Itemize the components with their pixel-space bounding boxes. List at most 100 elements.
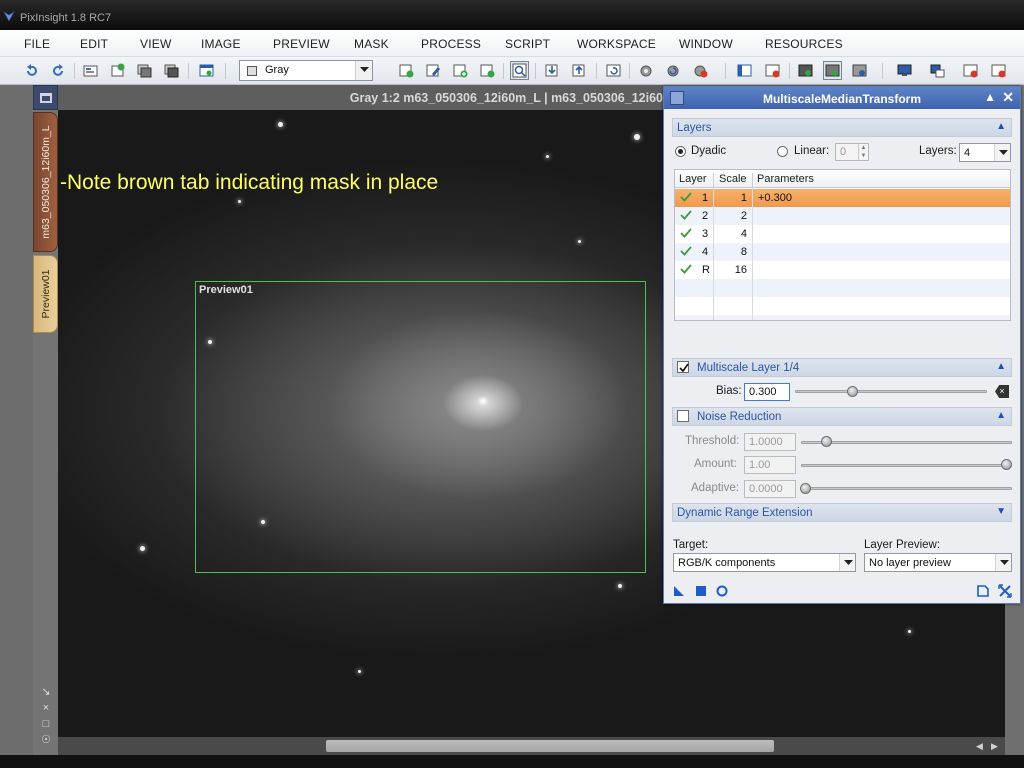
table-row[interactable] xyxy=(675,279,1010,297)
mask-settings-icon[interactable] xyxy=(638,62,655,79)
dynamic-range-extension-section-header[interactable]: Dynamic Range Extension ▼ xyxy=(672,503,1012,522)
table-row[interactable] xyxy=(675,315,1010,320)
chevron-down-icon[interactable] xyxy=(995,554,1011,571)
multiscale-layer-section-header[interactable]: Multiscale Layer 1/4 ▲ xyxy=(672,358,1012,377)
refresh-preview-icon[interactable] xyxy=(605,62,622,79)
table-row[interactable]: R 16 xyxy=(675,261,1010,279)
table-row[interactable]: 22 xyxy=(675,207,1010,225)
view-explorer-icon[interactable] xyxy=(736,62,753,79)
show-mask-icon[interactable] xyxy=(797,62,814,79)
amount-input[interactable]: 1.00 xyxy=(744,456,796,474)
noise-reduction-section-header[interactable]: Noise Reduction ▲ xyxy=(672,407,1012,426)
check-icon[interactable] xyxy=(680,227,692,239)
close-icon[interactable]: ✕ xyxy=(1002,89,1014,106)
bias-input[interactable]: 0.300 xyxy=(744,383,790,401)
colorspace-combobox[interactable]: Gray xyxy=(239,60,373,81)
menu-image[interactable]: IMAGE xyxy=(201,37,241,51)
threshold-input[interactable]: 1.0000 xyxy=(744,433,796,451)
scroll-left-icon[interactable]: ◀ xyxy=(976,741,983,752)
image-info-icon[interactable] xyxy=(82,62,99,79)
documentation-icon[interactable] xyxy=(976,584,990,598)
apply-global-icon[interactable] xyxy=(715,584,729,598)
menu-mask[interactable]: MASK xyxy=(354,37,389,51)
edit-preview-icon[interactable] xyxy=(425,62,442,79)
noise-reduction-checkbox[interactable] xyxy=(677,410,689,422)
collapse-icon[interactable]: ▲ xyxy=(996,410,1006,421)
chevron-down-icon[interactable] xyxy=(839,554,855,571)
tab-preview01[interactable]: Preview01 xyxy=(33,255,58,333)
table-row[interactable]: 34 xyxy=(675,225,1010,243)
mask-remove-icon[interactable] xyxy=(692,62,709,79)
check-icon[interactable] xyxy=(680,191,692,203)
linear-radio[interactable] xyxy=(777,146,788,157)
table-row[interactable]: 1 1 +0.300 xyxy=(675,189,1010,207)
duplicate-image-icon[interactable] xyxy=(136,62,153,79)
tab-main-view-masked[interactable]: m63_050306_12i60m_L xyxy=(33,112,58,252)
shrink-arrow-icon[interactable]: ↘ xyxy=(40,686,52,698)
zoom-preview-icon[interactable] xyxy=(510,61,529,80)
check-icon[interactable] xyxy=(680,263,692,275)
menu-edit[interactable]: EDIT xyxy=(80,37,108,51)
layer-preview-combobox[interactable]: No layer preview xyxy=(864,553,1012,572)
table-row[interactable]: 48 xyxy=(675,243,1010,261)
collapse-icon[interactable]: ▲ xyxy=(996,361,1006,372)
remove-stf-icon[interactable] xyxy=(962,62,979,79)
preview-options-icon[interactable] xyxy=(479,62,496,79)
new-preview-icon[interactable] xyxy=(398,62,415,79)
check-icon[interactable] xyxy=(680,209,692,221)
mask-reset-icon[interactable] xyxy=(665,62,682,79)
menu-script[interactable]: SCRIPT xyxy=(505,37,550,51)
window-menu-button[interactable] xyxy=(33,85,58,110)
scrollbar-thumb[interactable] xyxy=(326,740,774,752)
adaptive-slider-track[interactable] xyxy=(801,487,1012,490)
upload-arrow-icon[interactable] xyxy=(571,62,588,79)
bias-slider-knob[interactable] xyxy=(846,386,858,397)
multiscale-layer-checkbox[interactable] xyxy=(677,361,689,373)
monitor-icon[interactable] xyxy=(896,62,913,79)
target-combobox[interactable]: RGB/K components xyxy=(673,553,856,572)
download-arrow-icon[interactable] xyxy=(544,62,561,79)
menu-file[interactable]: FILE xyxy=(24,37,50,51)
menu-window[interactable]: WINDOW xyxy=(679,37,733,51)
screen-transfer-icon[interactable] xyxy=(929,62,946,79)
menu-workspace[interactable]: WORKSPACE xyxy=(577,37,656,51)
spin-arrows-icon[interactable]: ▲ ▼ xyxy=(858,144,868,160)
close-view-icon[interactable] xyxy=(764,62,781,79)
new-window-icon[interactable] xyxy=(198,62,215,79)
collapse-icon[interactable]: ▲ xyxy=(996,121,1006,132)
zoom-target-icon[interactable]: ☉ xyxy=(40,734,52,746)
menu-process[interactable]: PROCESS xyxy=(421,37,481,51)
fit-view-icon[interactable]: × xyxy=(40,702,52,714)
table-row[interactable] xyxy=(675,297,1010,315)
invert-mask-icon[interactable] xyxy=(851,62,868,79)
adaptive-input[interactable]: 0.0000 xyxy=(744,480,796,498)
enable-mask-icon[interactable] xyxy=(823,61,842,80)
new-instance-icon[interactable] xyxy=(672,584,686,598)
chevron-down-icon[interactable] xyxy=(994,144,1010,161)
dialog-title-bar[interactable]: MultiscaleMedianTransform ▲ ✕ xyxy=(664,87,1020,109)
new-image-icon[interactable] xyxy=(109,62,126,79)
menu-view[interactable]: VIEW xyxy=(140,37,171,51)
amount-slider-track[interactable] xyxy=(801,464,1012,467)
amount-slider-knob[interactable] xyxy=(1001,459,1012,470)
threshold-slider-track[interactable] xyxy=(801,441,1012,444)
layers-section-header[interactable]: Layers ▲ xyxy=(672,118,1012,137)
horizontal-scrollbar[interactable]: ◀ ▶ xyxy=(58,737,1005,755)
menu-resources[interactable]: RESOURCES xyxy=(765,37,843,51)
dyadic-radio[interactable] xyxy=(675,146,686,157)
apply-icon[interactable] xyxy=(694,584,708,598)
bias-slider-track[interactable] xyxy=(795,390,987,393)
menu-preview[interactable]: PREVIEW xyxy=(273,37,330,51)
adaptive-slider-knob[interactable] xyxy=(800,483,811,494)
expand-icon[interactable]: ▼ xyxy=(996,506,1006,517)
clear-value-icon[interactable]: × xyxy=(995,385,1009,398)
reset-icon[interactable] xyxy=(998,584,1012,598)
check-icon[interactable] xyxy=(680,245,692,257)
add-preview-icon[interactable] xyxy=(452,62,469,79)
redo-icon[interactable] xyxy=(50,62,67,79)
scroll-right-icon[interactable]: ▶ xyxy=(991,741,998,752)
shade-icon[interactable]: ▲ xyxy=(984,90,996,104)
layers-count-combobox[interactable]: 4 xyxy=(959,143,1011,162)
threshold-slider-knob[interactable] xyxy=(821,436,832,447)
iconize-icon[interactable]: □ xyxy=(40,718,52,730)
